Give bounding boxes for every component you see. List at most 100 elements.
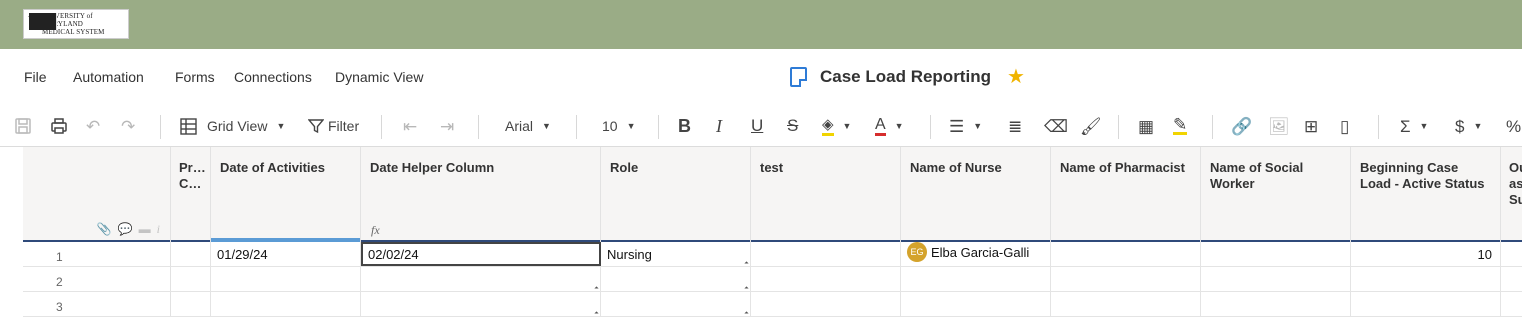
menu-file[interactable]: File [24,69,47,85]
cell-truncated[interactable] [1501,267,1522,291]
cell-role[interactable] [601,292,751,316]
column-header-name-of-nurse[interactable]: Name of Nurse [901,147,1051,242]
favorite-star-icon[interactable]: ★ [1007,67,1025,87]
cell-primary[interactable] [171,242,211,266]
menu-automation[interactable]: Automation [73,69,144,85]
column-button[interactable]: ▯ [1340,105,1349,147]
column-header-date-of-activities[interactable]: Date of Activities [211,147,361,242]
insert-row-button[interactable]: ⊞ [1304,105,1318,147]
cell-date-helper[interactable] [361,292,601,316]
format-painter-icon: 🖌 [1080,116,1102,136]
strikethrough-icon: S [787,116,799,135]
outdent-button[interactable]: ⇤ [403,105,417,147]
cell-border-button[interactable]: ▦ [1138,105,1154,147]
filter-icon [308,119,324,134]
info-icon: i [156,222,160,236]
redo-button[interactable]: ↷ [121,105,135,147]
chevron-down-icon: ▼ [1419,121,1429,131]
sheet-grid: 📎 💬 ▬ i Pr… C… Date of Activities Date H… [23,147,1522,320]
cell-name-of-social-worker[interactable] [1201,292,1351,316]
indent-button[interactable]: ⇥ [440,105,454,147]
cell-border-icon: ▦ [1138,116,1155,136]
row-number[interactable]: 3 [23,292,171,316]
row-number[interactable]: 1 [23,242,171,266]
filter-button[interactable]: Filter [308,105,359,147]
cell-name-of-nurse[interactable] [901,292,1051,316]
cell-truncated[interactable] [1501,292,1522,316]
print-icon [51,118,67,134]
cell-name-of-pharmacist[interactable] [1051,242,1201,266]
menu-forms[interactable]: Forms [175,69,215,85]
redo-icon: ↷ [121,116,136,136]
link-icon: 🔗 [1231,116,1253,136]
currency-button[interactable]: $ ▼ [1455,105,1482,147]
column-header-name-of-pharmacist[interactable]: Name of Pharmacist [1051,147,1201,242]
align-button[interactable]: ☰ ▼ [949,105,982,147]
column-header-role[interactable]: Role [601,147,751,242]
cell-name-of-social-worker[interactable] [1201,242,1351,266]
cell-role[interactable] [601,267,751,291]
cell-date-helper-active[interactable]: 02/02/24 [361,242,601,266]
percent-icon: % [1506,116,1522,136]
dropdown-indicator-icon [744,286,749,291]
menu-dynamic-view[interactable]: Dynamic View [335,69,423,85]
column-header-truncated[interactable]: Ou as Su [1501,147,1522,242]
column-header-beginning-case-load[interactable]: Beginning Case Load - Active Status [1351,147,1501,242]
column-header-name-of-social-worker[interactable]: Name of Social Worker [1201,147,1351,242]
format-painter-button[interactable]: 🖌 [1080,105,1102,147]
cell-test[interactable] [751,242,901,266]
cell-name-of-nurse[interactable] [901,267,1051,291]
cell-date-helper[interactable] [361,267,601,291]
cell-beginning-case-load[interactable] [1351,267,1501,291]
save-button[interactable] [14,105,32,147]
print-button[interactable] [50,105,68,147]
sum-button[interactable]: Σ ▼ [1400,105,1428,147]
undo-button[interactable]: ↶ [86,105,100,147]
menu-connections[interactable]: Connections [234,69,312,85]
fill-color-button[interactable]: ◈ ▼ [822,105,851,147]
cell-role[interactable]: Nursing [601,242,751,266]
row-number[interactable]: 2 [23,267,171,291]
wrap-text-button[interactable]: ≣ [1008,105,1022,147]
view-selector[interactable]: Grid View ▼ [180,105,285,147]
logo-building-icon [28,13,57,35]
bold-icon: B [678,115,691,136]
italic-button[interactable]: I [716,105,722,147]
cell-date-of-activities[interactable]: 01/29/24 [211,242,361,266]
underline-button[interactable]: U [751,105,763,147]
cell-date-of-activities[interactable] [211,292,361,316]
align-icon: ☰ [949,116,965,136]
column-header-test[interactable]: test [751,147,901,242]
cell-name-of-pharmacist[interactable] [1051,292,1201,316]
cell-name-of-pharmacist[interactable] [1051,267,1201,291]
cell-date-of-activities[interactable] [211,267,361,291]
font-size-select[interactable]: 10 ▼ [602,105,636,147]
cell-primary[interactable] [171,267,211,291]
italic-icon: I [716,115,722,136]
font-family-value: Arial [505,118,534,134]
column-header-primary[interactable]: Pr… C… [171,147,211,242]
clear-format-button[interactable]: ⌫ [1044,105,1068,147]
percent-button[interactable]: % [1506,105,1521,147]
cell-beginning-case-load[interactable] [1351,292,1501,316]
column-header-date-helper[interactable]: Date Helper Column fx [361,147,601,242]
document-title[interactable]: Case Load Reporting [820,67,991,87]
font-family-select[interactable]: Arial ▼ [505,105,551,147]
underline-icon: U [751,116,764,135]
cell-name-of-social-worker[interactable] [1201,267,1351,291]
strikethrough-button[interactable]: S [787,105,798,147]
image-button[interactable]: 🖼 [1268,105,1290,147]
cell-beginning-case-load[interactable]: 10 [1351,242,1501,266]
link-button[interactable]: 🔗 [1231,105,1252,147]
organization-logo[interactable]: UNIVERSITY of MARYLAND MEDICAL SYSTEM [23,9,129,39]
highlight-button[interactable]: ✎ [1173,105,1188,147]
bold-button[interactable]: B [678,105,691,147]
comment-icon: 💬 [117,222,133,236]
proof-icon: ▬ [138,222,151,236]
text-color-button[interactable]: A ▼ [875,105,904,147]
cell-test[interactable] [751,267,901,291]
cell-name-of-nurse[interactable]: EG Elba Garcia-Galli [901,242,1051,266]
cell-truncated[interactable] [1501,242,1522,266]
cell-primary[interactable] [171,292,211,316]
cell-test[interactable] [751,292,901,316]
